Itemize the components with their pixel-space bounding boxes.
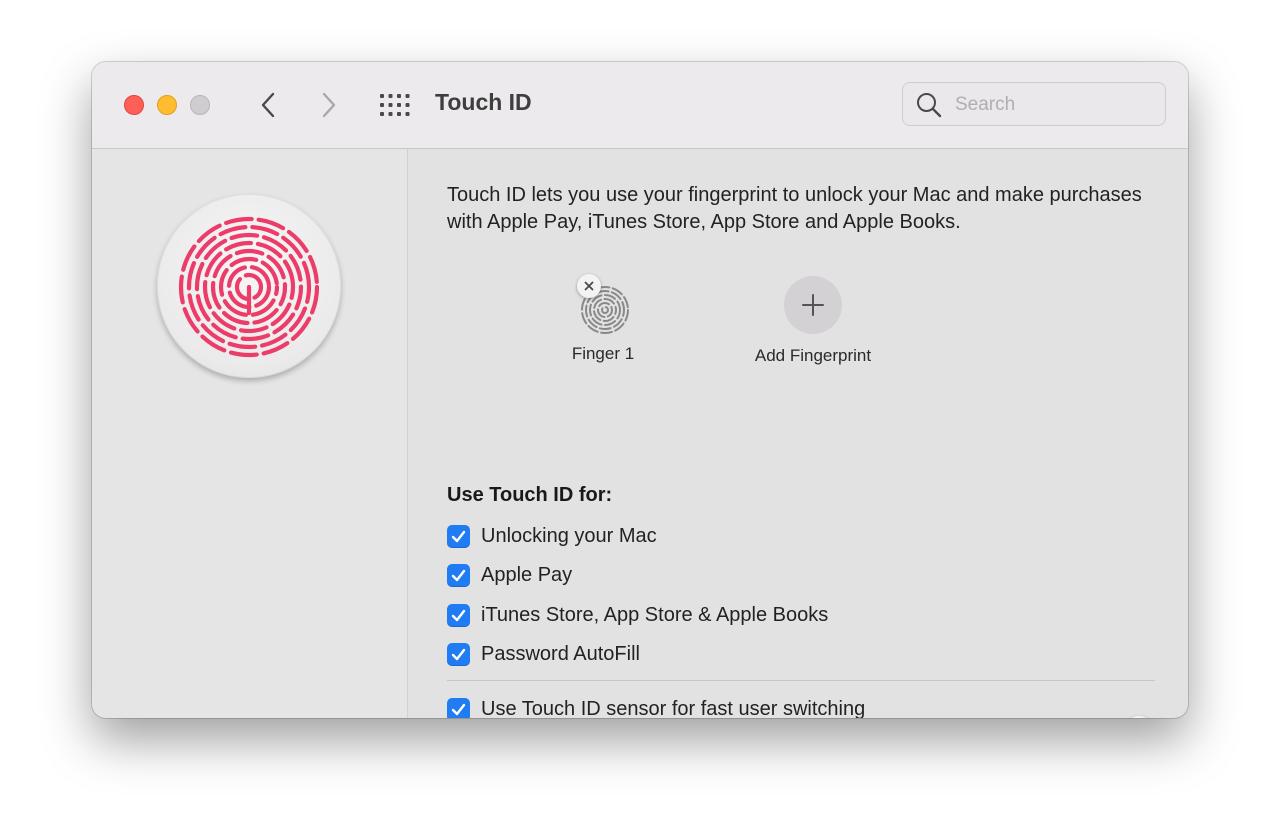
checkbox-unlocking-mac[interactable] [447, 524, 470, 548]
title-bar: Touch ID [92, 62, 1188, 149]
option-unlocking-mac[interactable]: Unlocking your Mac [447, 523, 657, 549]
checkmark-icon [451, 609, 466, 621]
touch-id-description: Touch ID lets you use your fingerprint t… [447, 184, 1142, 233]
forward-button[interactable] [314, 88, 344, 122]
option-label: iTunes Store, App Store & Apple Books [481, 603, 829, 626]
checkmark-icon [451, 648, 466, 660]
system-preferences-window: Touch ID Search Touch ID lets you use yo… [92, 62, 1188, 718]
option-label: Unlocking your Mac [481, 524, 657, 547]
search-field[interactable] [902, 82, 1166, 126]
fingerprint-thumbnail [573, 274, 633, 334]
remove-fingerprint-button[interactable] [577, 274, 601, 298]
sidebar [92, 149, 408, 718]
option-label: Use Touch ID sensor for fast user switch… [481, 697, 866, 719]
plus-icon [802, 294, 824, 316]
fingerprint-icon [178, 216, 320, 358]
minimize-window-button[interactable] [157, 95, 177, 115]
window-title: Touch ID [435, 89, 532, 115]
option-password-autofill[interactable]: Password AutoFill [447, 641, 640, 667]
checkmark-icon [451, 530, 466, 542]
add-fingerprint-button[interactable]: Add Fingerprint [728, 274, 898, 366]
option-label: Apple Pay [481, 563, 573, 586]
back-button[interactable] [253, 88, 283, 122]
checkbox-password-autofill[interactable] [447, 642, 470, 666]
checkbox-fast-user-switching[interactable] [447, 697, 470, 718]
checkbox-apple-pay[interactable] [447, 563, 470, 587]
fingerprint-item[interactable]: Finger 1 [558, 274, 648, 364]
zoom-window-button[interactable] [190, 95, 210, 115]
close-icon [584, 281, 594, 291]
chevron-left-icon [261, 92, 275, 118]
close-window-button[interactable] [124, 95, 144, 115]
option-apple-pay[interactable]: Apple Pay [447, 562, 572, 588]
checkmark-icon [451, 703, 466, 715]
search-input[interactable] [953, 91, 1157, 119]
grid-icon [380, 94, 410, 116]
fingerprint-label: Finger 1 [571, 344, 635, 363]
option-label: Password AutoFill [481, 642, 640, 665]
main-panel: Touch ID lets you use your fingerprint t… [408, 149, 1188, 718]
search-icon [917, 93, 942, 118]
checkbox-stores[interactable] [447, 603, 470, 627]
add-fingerprint-label: Add Fingerprint [754, 346, 872, 365]
option-fast-user-switching[interactable]: Use Touch ID sensor for fast user switch… [447, 696, 865, 718]
option-stores[interactable]: iTunes Store, App Store & Apple Books [447, 602, 828, 628]
add-fingerprint-circle[interactable] [784, 276, 842, 334]
show-all-button[interactable] [378, 92, 412, 118]
use-touch-id-heading: Use Touch ID for: [447, 484, 613, 506]
help-button[interactable]: ? [1123, 716, 1155, 718]
divider [447, 680, 1155, 681]
touch-id-badge [157, 194, 341, 378]
chevron-right-icon [322, 92, 336, 118]
checkmark-icon [451, 569, 466, 581]
